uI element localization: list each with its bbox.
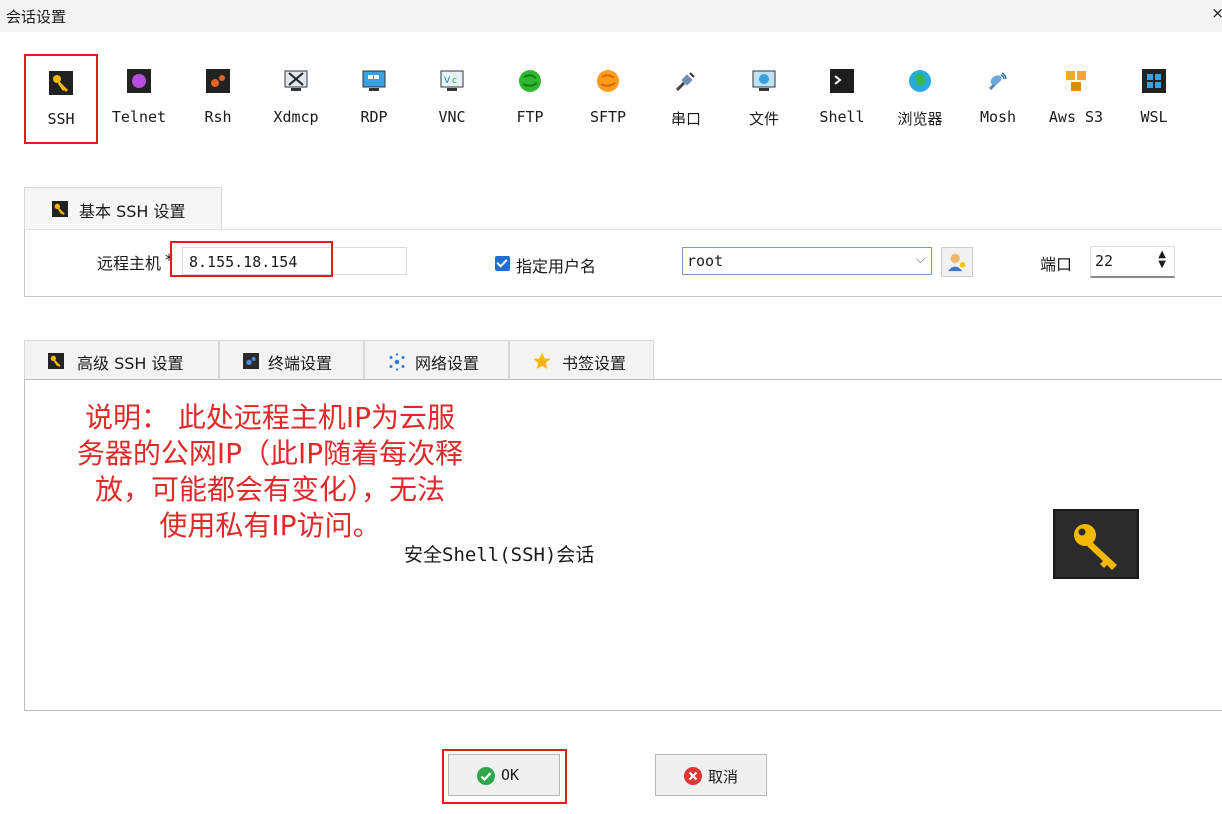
session-type-label: 文件 (748, 110, 779, 128)
svg-text:c: c (452, 76, 457, 86)
user-icon (947, 253, 966, 272)
session-type-label: RDP (360, 108, 388, 126)
tab-label: 书签设置 (562, 354, 627, 373)
session-type-ftp[interactable]: FTP (495, 54, 565, 142)
key-icon (52, 201, 68, 217)
ssh-key-icon (1053, 509, 1139, 579)
tab-label: 网络设置 (415, 354, 480, 373)
session-type-label: Aws S3 (1048, 108, 1104, 126)
wsl-icon (1142, 69, 1166, 93)
session-type-browser[interactable]: 浏览器 (885, 54, 955, 142)
tab-terminal-settings[interactable]: 终端设置 (219, 340, 364, 380)
session-type-label: Xdmcp (273, 108, 319, 126)
session-type-toolbar: SSH Telnet Rsh Xdmcp RDP Vc VNC FTP SFTP… (24, 54, 1204, 144)
tab-label: 终端设置 (268, 354, 333, 373)
session-type-label: Telnet (111, 108, 167, 126)
session-type-rdp[interactable]: RDP (339, 54, 409, 142)
session-type-xdmcp[interactable]: Xdmcp (261, 54, 331, 142)
note-line: 务器的公网IP（此IP随着每次释 (76, 437, 464, 470)
tab-bookmark-settings[interactable]: 书签设置 (509, 340, 654, 380)
telnet-icon (127, 69, 151, 93)
username-select[interactable]: root ⌵ (682, 247, 932, 275)
session-type-serial[interactable]: 串口 (651, 54, 721, 142)
chevron-down-icon: ⌵ (915, 252, 925, 266)
specify-username-checkbox[interactable] (495, 256, 510, 271)
port-value: 22 (1095, 252, 1114, 270)
remote-host-highlight (170, 241, 333, 277)
session-type-label: SSH (47, 110, 75, 128)
tab-network-settings[interactable]: 网络设置 (364, 340, 509, 380)
title-bar: 会话设置 × (0, 0, 1222, 32)
session-type-label: Shell (819, 108, 865, 126)
ftp-icon (519, 70, 541, 92)
tab-label: 基本 SSH 设置 (79, 202, 186, 221)
browser-icon (909, 70, 931, 92)
terminal-icon (243, 353, 259, 369)
session-type-ssh[interactable]: SSH (24, 54, 98, 144)
session-type-label: SFTP (589, 108, 627, 126)
file-icon (752, 70, 776, 91)
key-icon (48, 353, 64, 369)
remote-host-label: 远程主机 (97, 254, 162, 273)
session-description: 安全Shell(SSH)会话 (404, 544, 595, 566)
close-button[interactable]: × (1211, 4, 1222, 22)
session-type-mosh[interactable]: Mosh (963, 54, 1033, 142)
session-type-vnc[interactable]: Vc VNC (417, 54, 487, 142)
xdmcp-icon (284, 70, 308, 91)
session-type-rsh[interactable]: Rsh (183, 54, 253, 142)
note-line: 使用私有IP访问。 (159, 509, 381, 542)
session-type-label: FTP (516, 108, 544, 126)
spinner-arrows-icon[interactable]: ▲ ▼ (1158, 250, 1166, 270)
session-type-label: 浏览器 (897, 110, 943, 128)
tab-basic-ssh-settings[interactable]: 基本 SSH 设置 (24, 187, 222, 230)
session-type-label: Mosh (979, 108, 1017, 126)
window-title: 会话设置 (6, 8, 67, 26)
vnc-icon: Vc (440, 70, 464, 91)
ok-button-highlight (442, 749, 567, 804)
specify-username-label: 指定用户名 (516, 257, 597, 276)
key-icon (1074, 524, 1117, 570)
mosh-icon (988, 72, 1007, 91)
annotation-note: 说明： 此处远程主机IP为云服 务器的公网IP（此IP随着每次释 放，可能都会有… (50, 400, 490, 544)
session-type-wsl[interactable]: WSL (1119, 54, 1189, 142)
cancel-button[interactable]: 取消 (655, 754, 767, 796)
network-icon (389, 353, 405, 371)
session-type-telnet[interactable]: Telnet (104, 54, 174, 142)
port-label: 端口 (1040, 255, 1073, 274)
serial-icon (675, 72, 695, 92)
star-icon (533, 352, 551, 369)
key-icon (49, 71, 73, 95)
session-type-label: Rsh (204, 108, 232, 126)
username-value: root (687, 252, 724, 270)
aws-s3-icon (1066, 71, 1086, 91)
session-type-label: 串口 (670, 110, 701, 128)
tab-advanced-ssh-settings[interactable]: 高级 SSH 设置 (24, 340, 219, 380)
session-type-label: VNC (438, 108, 466, 126)
user-manager-button[interactable] (941, 247, 973, 277)
note-line: 放，可能都会有变化），无法 (94, 473, 445, 506)
shell-icon (830, 69, 854, 93)
session-type-aws-s3[interactable]: Aws S3 (1041, 54, 1111, 142)
rsh-icon (206, 69, 230, 93)
session-type-file[interactable]: 文件 (729, 54, 799, 142)
session-type-shell[interactable]: Shell (807, 54, 877, 142)
cancel-label: 取消 (708, 768, 739, 786)
svg-text:V: V (444, 76, 451, 86)
tab-label: 高级 SSH 设置 (77, 354, 184, 373)
port-spinbox[interactable]: 22 ▲ ▼ (1090, 246, 1175, 278)
note-line: 说明： 此处远程主机IP为云服 (84, 401, 456, 434)
session-type-label: WSL (1140, 108, 1168, 126)
session-type-sftp[interactable]: SFTP (573, 54, 643, 142)
rdp-icon (362, 70, 386, 91)
sftp-icon (597, 70, 619, 92)
close-icon (684, 767, 702, 785)
